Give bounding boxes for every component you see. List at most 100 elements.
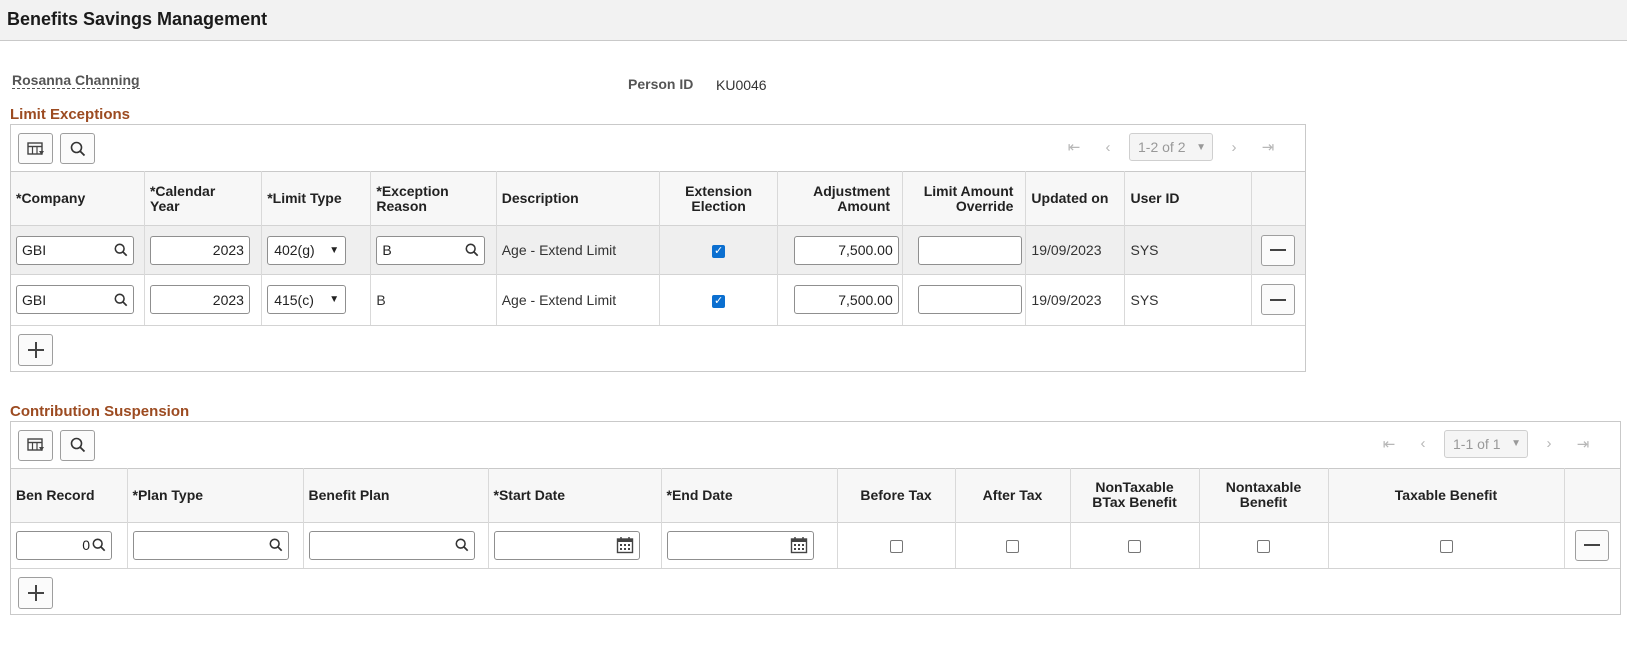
col-taxable-benefit[interactable]: Taxable Benefit — [1328, 467, 1565, 522]
grid-toolbar: ⇤ ‹ 1-1 of 1 ▼ › ⇥ — [11, 422, 1620, 468]
limit-type-select[interactable]: 415(c) ▼ — [267, 285, 347, 315]
table-row: GBI 2023 415(c) ▼ B Age - Extend Limit ✓ … — [11, 274, 1305, 325]
exception-reason-field[interactable]: B — [376, 235, 486, 265]
col-ben-record[interactable]: Ben Record — [11, 467, 128, 522]
add-row-button[interactable] — [18, 333, 53, 366]
extension-election-checkbox[interactable]: ✓ — [712, 244, 726, 258]
find-in-grid-button[interactable] — [60, 133, 95, 164]
col-limit-amount-override[interactable]: Limit Amount Override — [902, 171, 1027, 226]
adjustment-amount-field[interactable]: 7,500.00 — [793, 235, 899, 265]
company-field[interactable]: GBI — [16, 235, 134, 265]
lookup-search-icon[interactable] — [92, 538, 106, 552]
col-extension-election[interactable]: Extension Election — [659, 171, 778, 226]
delete-row-button[interactable] — [1575, 529, 1610, 561]
col-nontaxable-btax-benefit[interactable]: NonTaxable BTax Benefit — [1070, 467, 1200, 522]
user-id-cell: SYS — [1124, 225, 1252, 275]
col-calendar-year[interactable]: *Calendar Year — [144, 171, 263, 226]
col-description[interactable]: Description — [496, 171, 661, 226]
col-plan-type[interactable]: *Plan Type — [127, 467, 304, 522]
col-benefit-plan[interactable]: Benefit Plan — [303, 467, 489, 522]
description-cell: Age - Extend Limit — [496, 274, 661, 325]
delete-row-button[interactable] — [1261, 284, 1296, 316]
limit-exceptions-table: *Company *Calendar Year *Limit Type *Exce… — [11, 171, 1305, 325]
lookup-search-icon[interactable] — [465, 243, 479, 257]
col-nontaxable-benefit[interactable]: Nontaxable Benefit — [1199, 467, 1329, 522]
minus-icon — [1270, 249, 1287, 251]
calendar-icon[interactable] — [616, 536, 634, 554]
company-field[interactable]: GBI — [16, 285, 134, 315]
person-id-label: Person ID — [628, 76, 694, 92]
grid-toolbar: ⇤ ‹ 1-2 of 2 ▼ › ⇥ — [11, 125, 1305, 171]
person-info: Rosanna Channing Person ID KU0046 — [0, 41, 1627, 93]
grid-pager: ⇤ ‹ 1-2 of 2 ▼ › ⇥ — [1057, 133, 1285, 161]
ben-record-field[interactable]: 0 — [16, 530, 112, 560]
personalize-grid-button[interactable] — [18, 133, 53, 164]
adjustment-amount-field[interactable]: 7,500.00 — [793, 285, 899, 315]
limit-exceptions-section: Limit Exceptions ⇤ ‹ 1-2 of 2 ▼ › ⇥ *Com… — [0, 106, 1627, 372]
after-tax-checkbox[interactable] — [1006, 540, 1019, 554]
taxable-benefit-checkbox[interactable] — [1439, 540, 1453, 554]
next-page-icon[interactable]: › — [1217, 139, 1251, 156]
col-before-tax[interactable]: Before Tax — [837, 467, 956, 522]
benefit-plan-field[interactable] — [308, 530, 475, 560]
first-page-icon[interactable]: ⇤ — [1057, 138, 1091, 156]
calendar-year-field[interactable]: 2023 — [149, 235, 250, 265]
col-company[interactable]: *Company — [11, 171, 145, 226]
add-row-bar — [11, 324, 1305, 371]
lookup-search-icon[interactable] — [114, 243, 128, 257]
previous-page-icon[interactable]: ‹ — [1406, 435, 1440, 452]
before-tax-checkbox[interactable] — [889, 540, 903, 554]
add-row-bar — [11, 568, 1620, 614]
last-page-icon[interactable]: ⇥ — [1251, 138, 1285, 156]
col-user-id[interactable]: User ID — [1124, 171, 1252, 226]
previous-page-icon[interactable]: ‹ — [1091, 139, 1125, 156]
limit-override-field[interactable] — [918, 235, 1023, 265]
chevron-down-icon: ▼ — [1196, 141, 1206, 153]
page-range-select[interactable]: 1-1 of 1 ▼ — [1444, 429, 1528, 458]
page-header: Benefits Savings Management — [0, 0, 1627, 41]
nontaxable-btax-benefit-checkbox[interactable] — [1128, 540, 1141, 554]
page-range-select[interactable]: 1-2 of 2 ▼ — [1129, 133, 1213, 161]
col-limit-type[interactable]: *Limit Type — [261, 171, 372, 226]
col-actions — [1251, 171, 1305, 226]
user-id-cell: SYS — [1124, 274, 1252, 325]
person-name-link[interactable]: Rosanna Channing — [12, 73, 140, 89]
col-start-date[interactable]: *Start Date — [488, 467, 662, 522]
grid-pager: ⇤ ‹ 1-1 of 1 ▼ › ⇥ — [1372, 429, 1600, 458]
col-updated-on[interactable]: Updated on — [1025, 171, 1126, 226]
plan-type-field[interactable] — [132, 530, 289, 560]
calendar-year-field[interactable]: 2023 — [149, 285, 250, 315]
limit-type-select[interactable]: 402(g) ▼ — [267, 235, 347, 265]
col-end-date[interactable]: *End Date — [661, 467, 838, 522]
col-adjustment-amount[interactable]: Adjustment Amount — [777, 171, 904, 226]
col-exception-reason[interactable]: *Exception Reason — [370, 171, 497, 226]
limit-override-field[interactable] — [918, 285, 1023, 315]
nontaxable-benefit-checkbox[interactable] — [1257, 540, 1270, 554]
col-after-tax[interactable]: After Tax — [955, 467, 1071, 522]
contribution-suspension-section: Contribution Suspension ⇤ ‹ 1-1 of 1 ▼ › … — [0, 402, 1627, 615]
col-actions — [1564, 467, 1620, 522]
last-page-icon[interactable]: ⇥ — [1566, 435, 1600, 453]
limit-exceptions-title: Limit Exceptions — [10, 106, 131, 123]
table-row: 0 — [11, 521, 1620, 568]
extension-election-checkbox[interactable]: ✓ — [712, 294, 726, 308]
chevron-down-icon: ▼ — [1511, 438, 1521, 449]
lookup-search-icon[interactable] — [455, 538, 469, 552]
first-page-icon[interactable]: ⇤ — [1372, 435, 1406, 453]
end-date-field[interactable] — [666, 530, 814, 560]
header-row: Ben Record *Plan Type Benefit Plan *Star… — [11, 467, 1620, 522]
updated-on-cell: 19/09/2023 — [1025, 225, 1126, 275]
next-page-icon[interactable]: › — [1532, 435, 1566, 452]
lookup-search-icon[interactable] — [269, 538, 283, 552]
personalize-grid-button[interactable] — [18, 429, 53, 461]
updated-on-cell: 19/09/2023 — [1025, 274, 1126, 325]
calendar-icon[interactable] — [790, 536, 808, 554]
contribution-suspension-table: Ben Record *Plan Type Benefit Plan *Star… — [11, 467, 1620, 568]
contribution-suspension-title: Contribution Suspension — [10, 402, 190, 420]
add-row-button[interactable] — [18, 577, 53, 609]
delete-row-button[interactable] — [1261, 234, 1296, 266]
find-in-grid-button[interactable] — [60, 429, 95, 461]
start-date-field[interactable] — [493, 530, 640, 560]
table-settings-icon — [26, 438, 44, 451]
lookup-search-icon[interactable] — [114, 293, 128, 307]
